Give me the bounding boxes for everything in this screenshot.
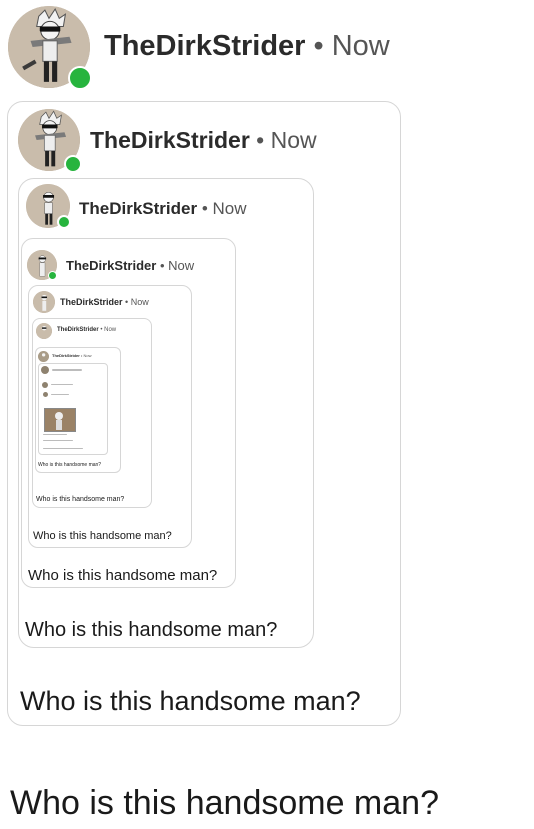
post-level-7[interactable] [38, 363, 108, 455]
post-caption: Who is this handsome man? [25, 619, 278, 641]
avatar-icon[interactable] [42, 382, 48, 388]
post-caption: Who is this handsome man? [36, 496, 125, 503]
header-separator: • [125, 297, 129, 307]
post-header: TheDirkStrider • Now [90, 127, 317, 154]
username-link[interactable]: TheDirkStrider [104, 30, 305, 62]
timestamp: Now [270, 127, 317, 153]
timestamp: Now [83, 353, 92, 358]
timestamp: Now [104, 327, 117, 333]
timestamp: Now [212, 199, 247, 218]
avatar-figure-icon [33, 291, 55, 313]
online-status-icon [57, 215, 71, 229]
header-separator: • [256, 127, 265, 153]
mini-header-line [52, 369, 82, 371]
username-link[interactable]: TheDirkStrider [66, 258, 156, 273]
post-header: TheDirkStrider • Now [57, 327, 116, 333]
header-separator: • [313, 30, 324, 62]
mini-header-line [51, 384, 73, 385]
post-header: TheDirkStrider • Now [104, 30, 390, 63]
timestamp: Now [331, 30, 390, 62]
mini-header-line [51, 394, 69, 395]
avatar-icon[interactable] [43, 392, 48, 397]
header-separator: • [201, 199, 208, 218]
online-status-icon [48, 271, 57, 280]
post-header: TheDirkStrider • Now [60, 297, 149, 307]
post-caption: Who is this handsome man? [33, 530, 172, 542]
header-separator: • [100, 327, 103, 333]
header-separator: • [159, 258, 165, 273]
username-link[interactable]: TheDirkStrider [90, 127, 250, 153]
mini-caption-line [43, 434, 67, 435]
avatar-icon[interactable] [38, 351, 49, 362]
username-link[interactable]: TheDirkStrider [79, 199, 197, 218]
avatar-icon[interactable] [27, 250, 57, 280]
post-caption: Who is this handsome man? [10, 784, 439, 822]
post-header: TheDirkStrider • Now [52, 353, 91, 358]
post-caption: Who is this handsome man? [38, 462, 102, 468]
photo-thumbnail-icon [44, 408, 76, 432]
avatar-icon[interactable] [8, 6, 92, 90]
post-header: TheDirkStrider • Now [66, 258, 194, 273]
timestamp: Now [168, 258, 195, 273]
avatar-icon[interactable] [41, 366, 49, 374]
username-link[interactable]: TheDirkStrider [52, 353, 80, 358]
post-caption: Who is this handsome man? [20, 686, 361, 716]
mini-caption-line [43, 440, 73, 441]
online-status-icon [64, 155, 82, 173]
avatar-figure-icon [38, 351, 49, 362]
avatar-figure-icon [36, 323, 52, 339]
avatar-icon[interactable] [36, 323, 52, 339]
avatar-icon[interactable] [33, 291, 55, 313]
timestamp: Now [130, 297, 149, 307]
online-status-icon [68, 66, 92, 90]
avatar-icon[interactable] [26, 184, 71, 229]
post-caption: Who is this handsome man? [28, 567, 218, 584]
username-link[interactable]: TheDirkStrider [57, 327, 99, 333]
avatar-icon[interactable] [18, 109, 82, 173]
post-header: TheDirkStrider • Now [79, 199, 247, 219]
mini-caption-line [43, 448, 83, 449]
username-link[interactable]: TheDirkStrider [60, 297, 123, 307]
